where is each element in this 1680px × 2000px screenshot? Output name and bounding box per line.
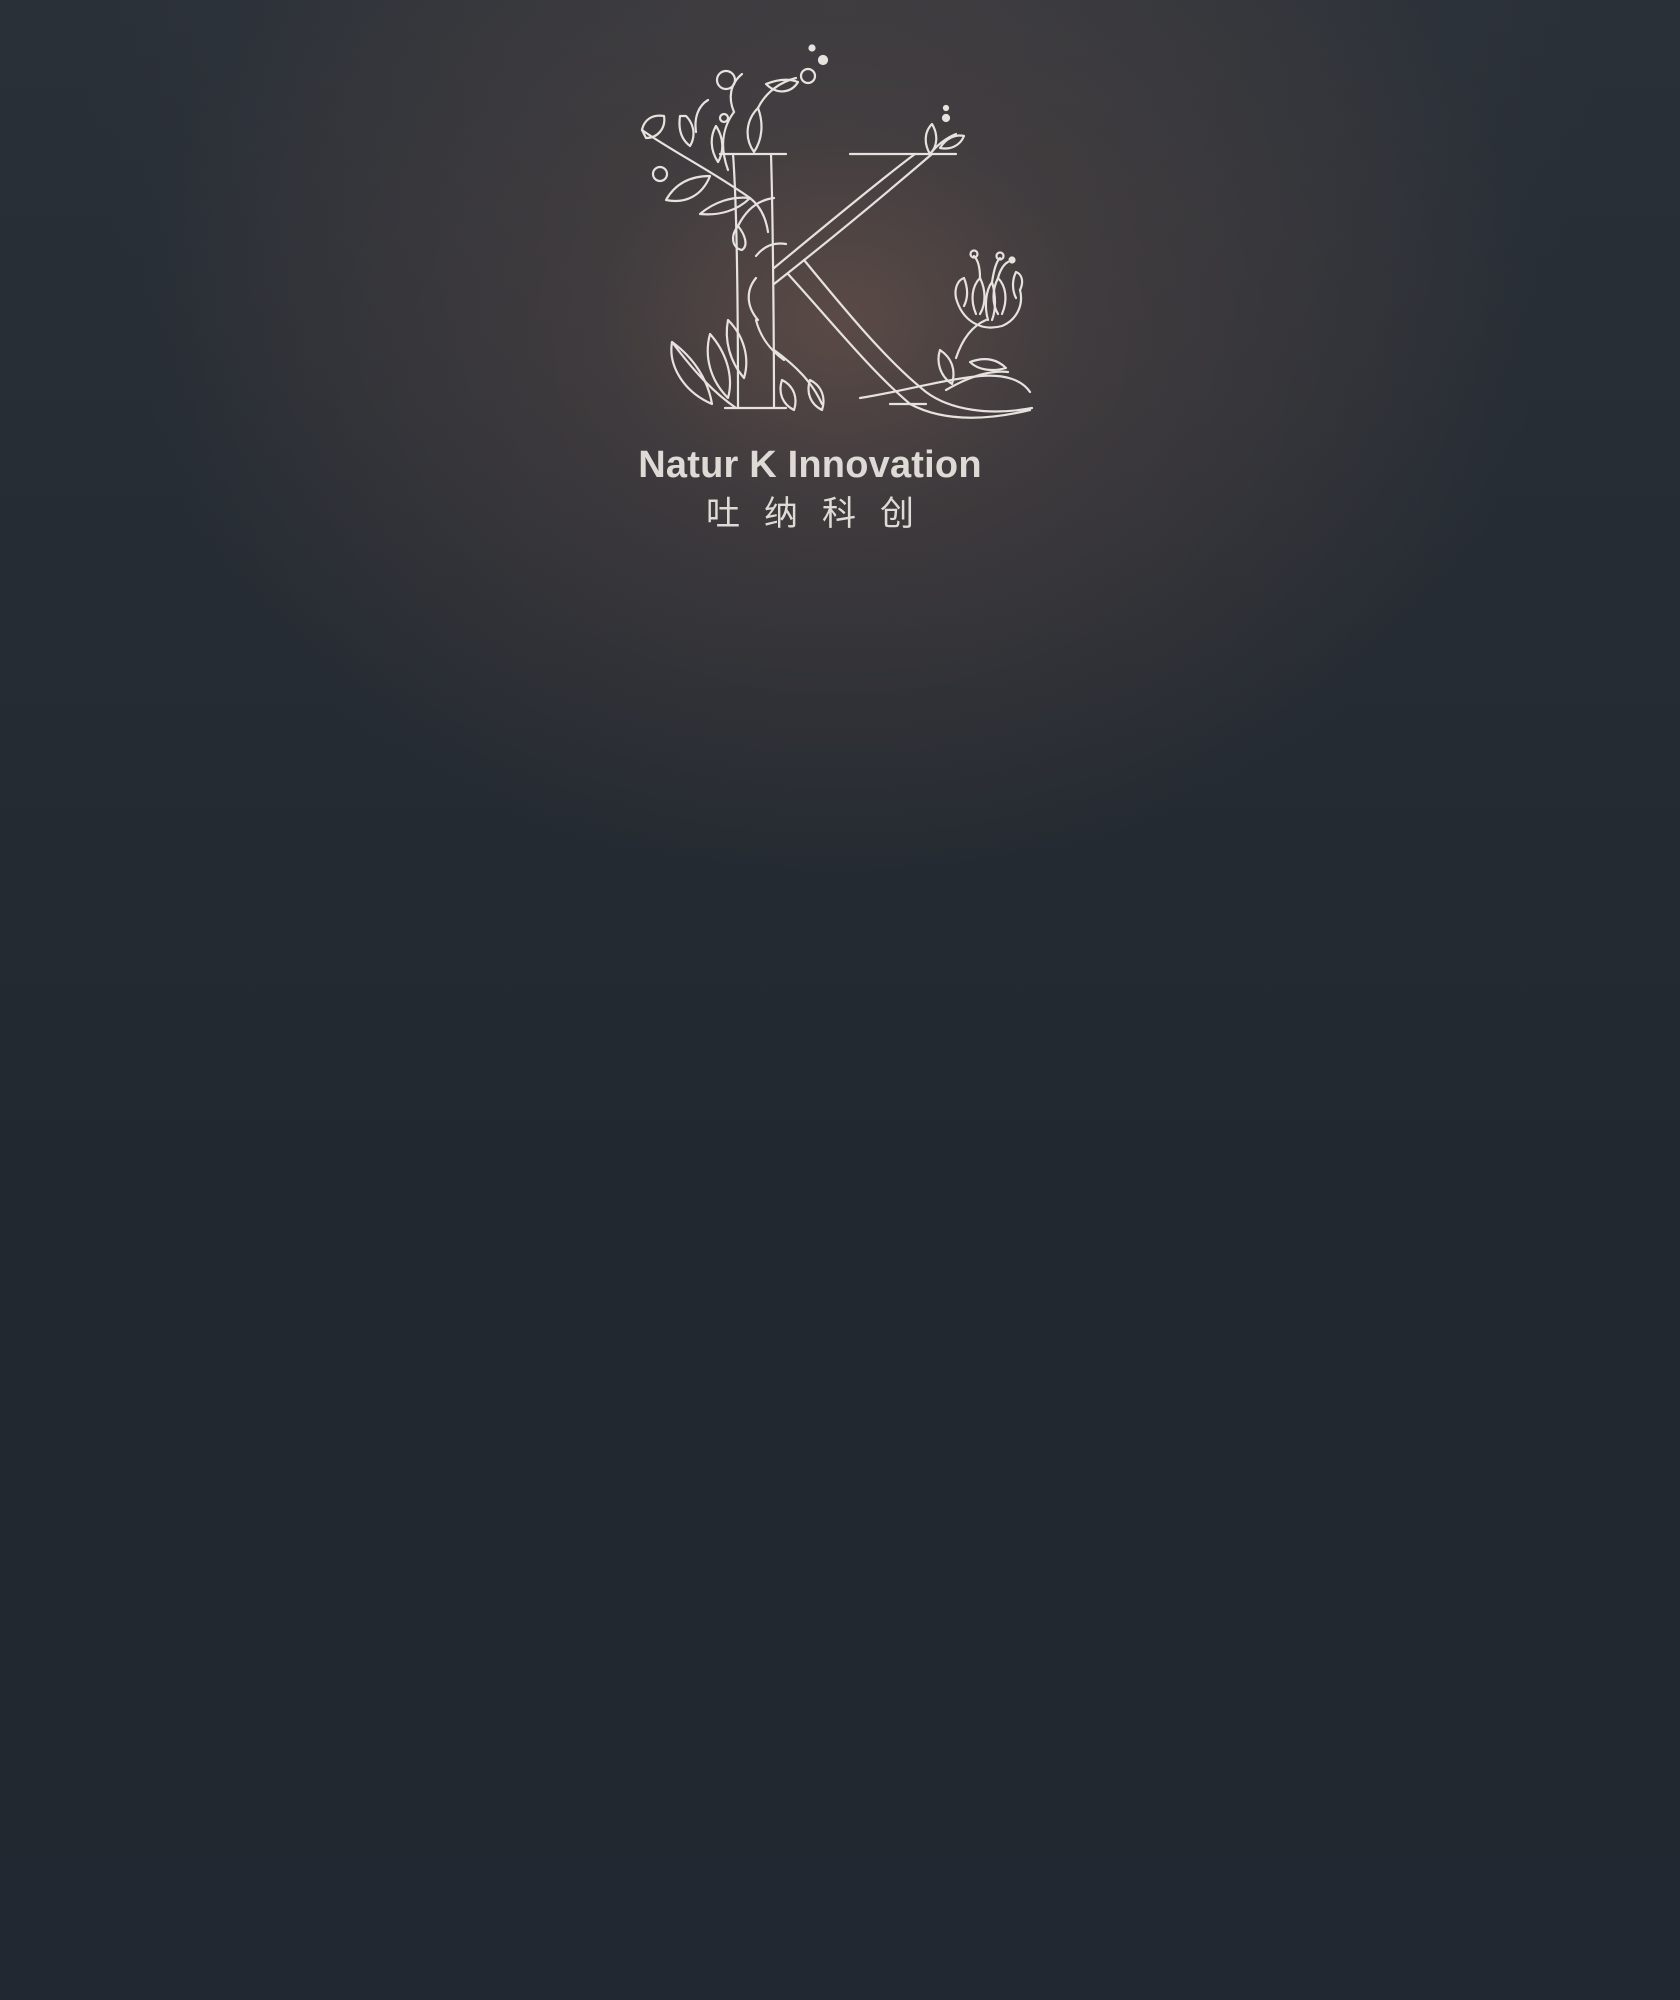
- brand-name-english: Natur K Innovation: [638, 444, 982, 486]
- brand-name-chinese: 吐纳科创: [706, 494, 938, 534]
- brand-logo: Natur K Innovation 吐纳科创: [560, 20, 1060, 540]
- floral-letter-k-icon: [560, 20, 1060, 440]
